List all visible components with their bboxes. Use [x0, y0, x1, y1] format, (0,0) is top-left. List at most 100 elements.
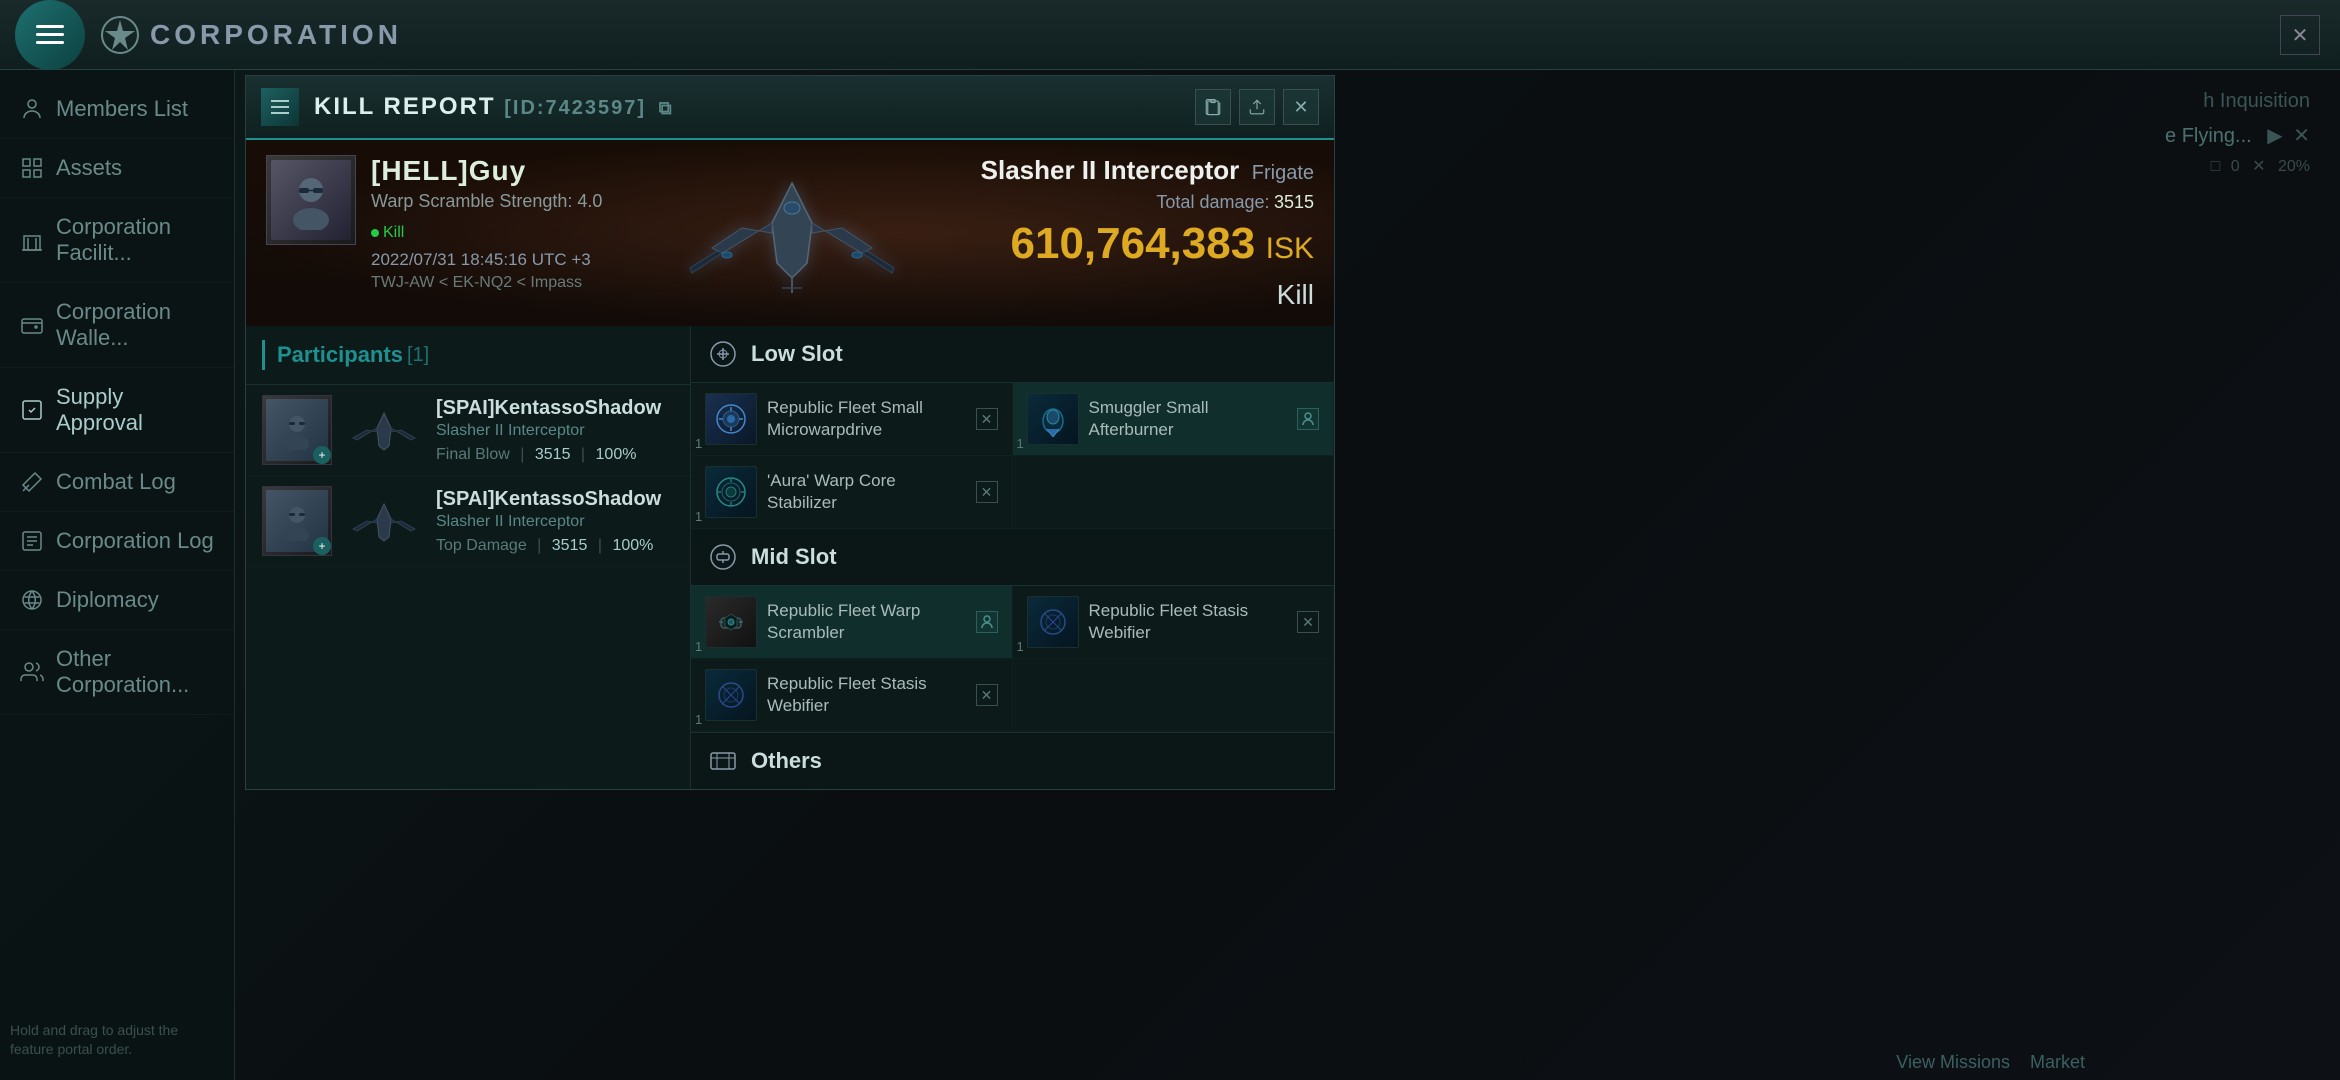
others-icon — [707, 745, 739, 777]
module-item[interactable]: 1 Republic Fleet Warp Scrambler — [691, 586, 1013, 659]
module-name-afterburner: Smuggler Small Afterburner — [1089, 397, 1288, 441]
module-item[interactable]: 1 Republic Fleet Stasis Webifier ✕ — [1013, 586, 1335, 659]
ship-name: Slasher II Interceptor — [981, 155, 1240, 185]
sidebar-label-corp-facilities: Corporation Facilit... — [56, 214, 214, 266]
corp-logo: CORPORATION — [100, 15, 402, 55]
sidebar-item-corp-facilities[interactable]: Corporation Facilit... — [0, 198, 234, 283]
participant-ship-icon-1 — [344, 405, 424, 455]
participant-info-1: [SPAI]KentassoShadow Slasher II Intercep… — [436, 397, 674, 464]
module-name-microwarpdrive: Republic Fleet Small Microwarpdrive — [767, 397, 966, 441]
module-remove-button[interactable]: ✕ — [1297, 611, 1319, 633]
sidebar-item-corporation-log[interactable]: Corporation Log — [0, 512, 234, 571]
other-corps-icon — [20, 660, 44, 684]
ship-image-section — [622, 140, 960, 326]
low-slot-icon — [707, 338, 739, 370]
low-slot-title: Low Slot — [751, 341, 843, 367]
low-slot-header: Low Slot — [691, 326, 1334, 383]
victim-timestamp: 2022/07/31 18:45:16 UTC +3 — [371, 250, 602, 270]
mid-slot-modules-grid: 1 Republic Fleet Warp Scrambler — [691, 586, 1334, 732]
sidebar-item-other-corporations[interactable]: Other Corporation... — [0, 630, 234, 715]
building-icon — [20, 228, 44, 252]
victim-name: [HELL]Guy — [371, 155, 602, 187]
right-hint-2: e Flying... ▶ ✕ — [2165, 123, 2310, 148]
module-item[interactable]: 1 'Aura' Warp Core Stabilizer ✕ — [691, 456, 1013, 529]
ship-class: Frigate — [1252, 162, 1314, 184]
module-remove-button[interactable]: ✕ — [976, 408, 998, 430]
module-icon-microwarpdrive — [705, 393, 757, 445]
modules-panel: Low Slot 1 — [691, 326, 1334, 789]
sidebar-label-supply-approval: Supply Approval — [56, 384, 214, 436]
export-button[interactable] — [1239, 89, 1275, 125]
module-item[interactable]: 1 Smuggler Small Afterburner — [1013, 383, 1335, 456]
victim-section: [HELL]Guy Warp Scramble Strength: 4.0 Ki… — [246, 140, 622, 326]
add-participant-2-button[interactable]: + — [313, 537, 331, 555]
participant-name-1: [SPAI]KentassoShadow — [436, 397, 674, 420]
sidebar-footer: Hold and drag to adjust the feature port… — [10, 1021, 210, 1060]
top-bar: CORPORATION ✕ — [0, 0, 2340, 70]
module-person-icon — [1297, 408, 1319, 430]
participant-ship-icon-2 — [344, 496, 424, 546]
module-icon-stasis-webifier-2 — [705, 669, 757, 721]
kill-report-header: [HELL]Guy Warp Scramble Strength: 4.0 Ki… — [246, 140, 1334, 326]
low-slot-modules-grid: 1 Republic Fleet Small Microwarpdrive ✕ — [691, 383, 1334, 529]
kill-report-toolbar: ✕ — [1195, 89, 1319, 125]
clipboard-button[interactable] — [1195, 89, 1231, 125]
participant-avatar-1: + — [262, 395, 332, 465]
participant-ship-1: Slasher II Interceptor — [436, 422, 674, 440]
sidebar-item-corp-wallet[interactable]: Corporation Walle... — [0, 283, 234, 368]
participants-title: Participants — [277, 342, 403, 368]
module-icon-afterburner — [1027, 393, 1079, 445]
person-icon — [20, 97, 44, 121]
combat-icon — [20, 470, 44, 494]
participant-row[interactable]: + [SPAI]KentassoShadow Slasher II Interc… — [246, 476, 690, 567]
module-empty-cell — [1013, 456, 1335, 529]
sidebar-label-corp-wallet: Corporation Walle... — [56, 299, 214, 351]
participant-info-2: [SPAI]KentassoShadow Slasher II Intercep… — [436, 488, 674, 555]
sidebar-item-members-list[interactable]: Members List — [0, 80, 234, 139]
module-icon-warp-scrambler — [705, 596, 757, 648]
module-item[interactable]: 1 Republic Fleet Stasis Webifier ✕ — [691, 659, 1013, 732]
module-icon-stasis-webifier-1 — [1027, 596, 1079, 648]
others-title: Others — [751, 748, 822, 774]
kill-badge-text: Kill — [383, 224, 404, 242]
right-panel-hints: h Inquisition e Flying... ▶ ✕ □ 0 ✕ 20% — [2165, 90, 2310, 176]
sidebar-item-supply-approval[interactable]: Supply Approval — [0, 368, 234, 453]
close-app-button[interactable]: ✕ — [2280, 15, 2320, 55]
sidebar-item-assets[interactable]: Assets — [0, 139, 234, 198]
victim-avatar — [266, 155, 356, 245]
kill-badge: Kill — [371, 224, 602, 242]
ship-stats-section: Slasher II Interceptor Frigate Total dam… — [961, 140, 1334, 326]
sidebar-label-assets: Assets — [56, 155, 122, 181]
diplomacy-icon — [20, 588, 44, 612]
module-remove-button[interactable]: ✕ — [976, 481, 998, 503]
sidebar-label-diplomacy: Diplomacy — [56, 587, 159, 613]
kill-report-title: KILL REPORT [ID:7423597] ⧉ — [314, 93, 1180, 121]
wallet-icon — [20, 313, 44, 337]
sidebar-label-corporation-log: Corporation Log — [56, 528, 214, 554]
sidebar-label-members-list: Members List — [56, 96, 188, 122]
module-item[interactable]: 1 Republic Fleet Small Microwarpdrive ✕ — [691, 383, 1013, 456]
market-link[interactable]: Market — [2030, 1052, 2085, 1073]
close-kill-report-button[interactable]: ✕ — [1283, 89, 1319, 125]
kill-report-menu-button[interactable] — [261, 88, 299, 126]
kill-report-titlebar: KILL REPORT [ID:7423597] ⧉ ✕ — [246, 76, 1334, 140]
hamburger-menu-button[interactable] — [15, 0, 85, 70]
participant-avatar-2: + — [262, 486, 332, 556]
victim-location: TWJ-AW < EK-NQ2 < Impass — [371, 274, 602, 292]
sidebar-item-diplomacy[interactable]: Diplomacy — [0, 571, 234, 630]
module-remove-button[interactable]: ✕ — [976, 684, 998, 706]
module-person-icon — [976, 611, 998, 633]
participant-stats-1: Final Blow | 3515 | 100% — [436, 446, 674, 464]
sidebar-item-combat-log[interactable]: Combat Log — [0, 453, 234, 512]
total-damage-value: 3515 — [1274, 192, 1314, 212]
bottom-bar: View Missions Market — [470, 1045, 2105, 1080]
view-missions-link[interactable]: View Missions — [1896, 1052, 2010, 1073]
copy-icon[interactable]: ⧉ — [659, 98, 674, 118]
kill-outcome-label: Kill — [1277, 279, 1314, 311]
module-name-warp-scrambler: Republic Fleet Warp Scrambler — [767, 600, 966, 644]
sidebar-label-other-corporations: Other Corporation... — [56, 646, 214, 698]
add-participant-1-button[interactable]: + — [313, 446, 331, 464]
module-name-stasis-webifier-1: Republic Fleet Stasis Webifier — [1089, 600, 1288, 644]
participant-row[interactable]: + [SPAI]KentassoShadow Slasher II Interc… — [246, 385, 690, 476]
ship-image — [682, 163, 902, 303]
